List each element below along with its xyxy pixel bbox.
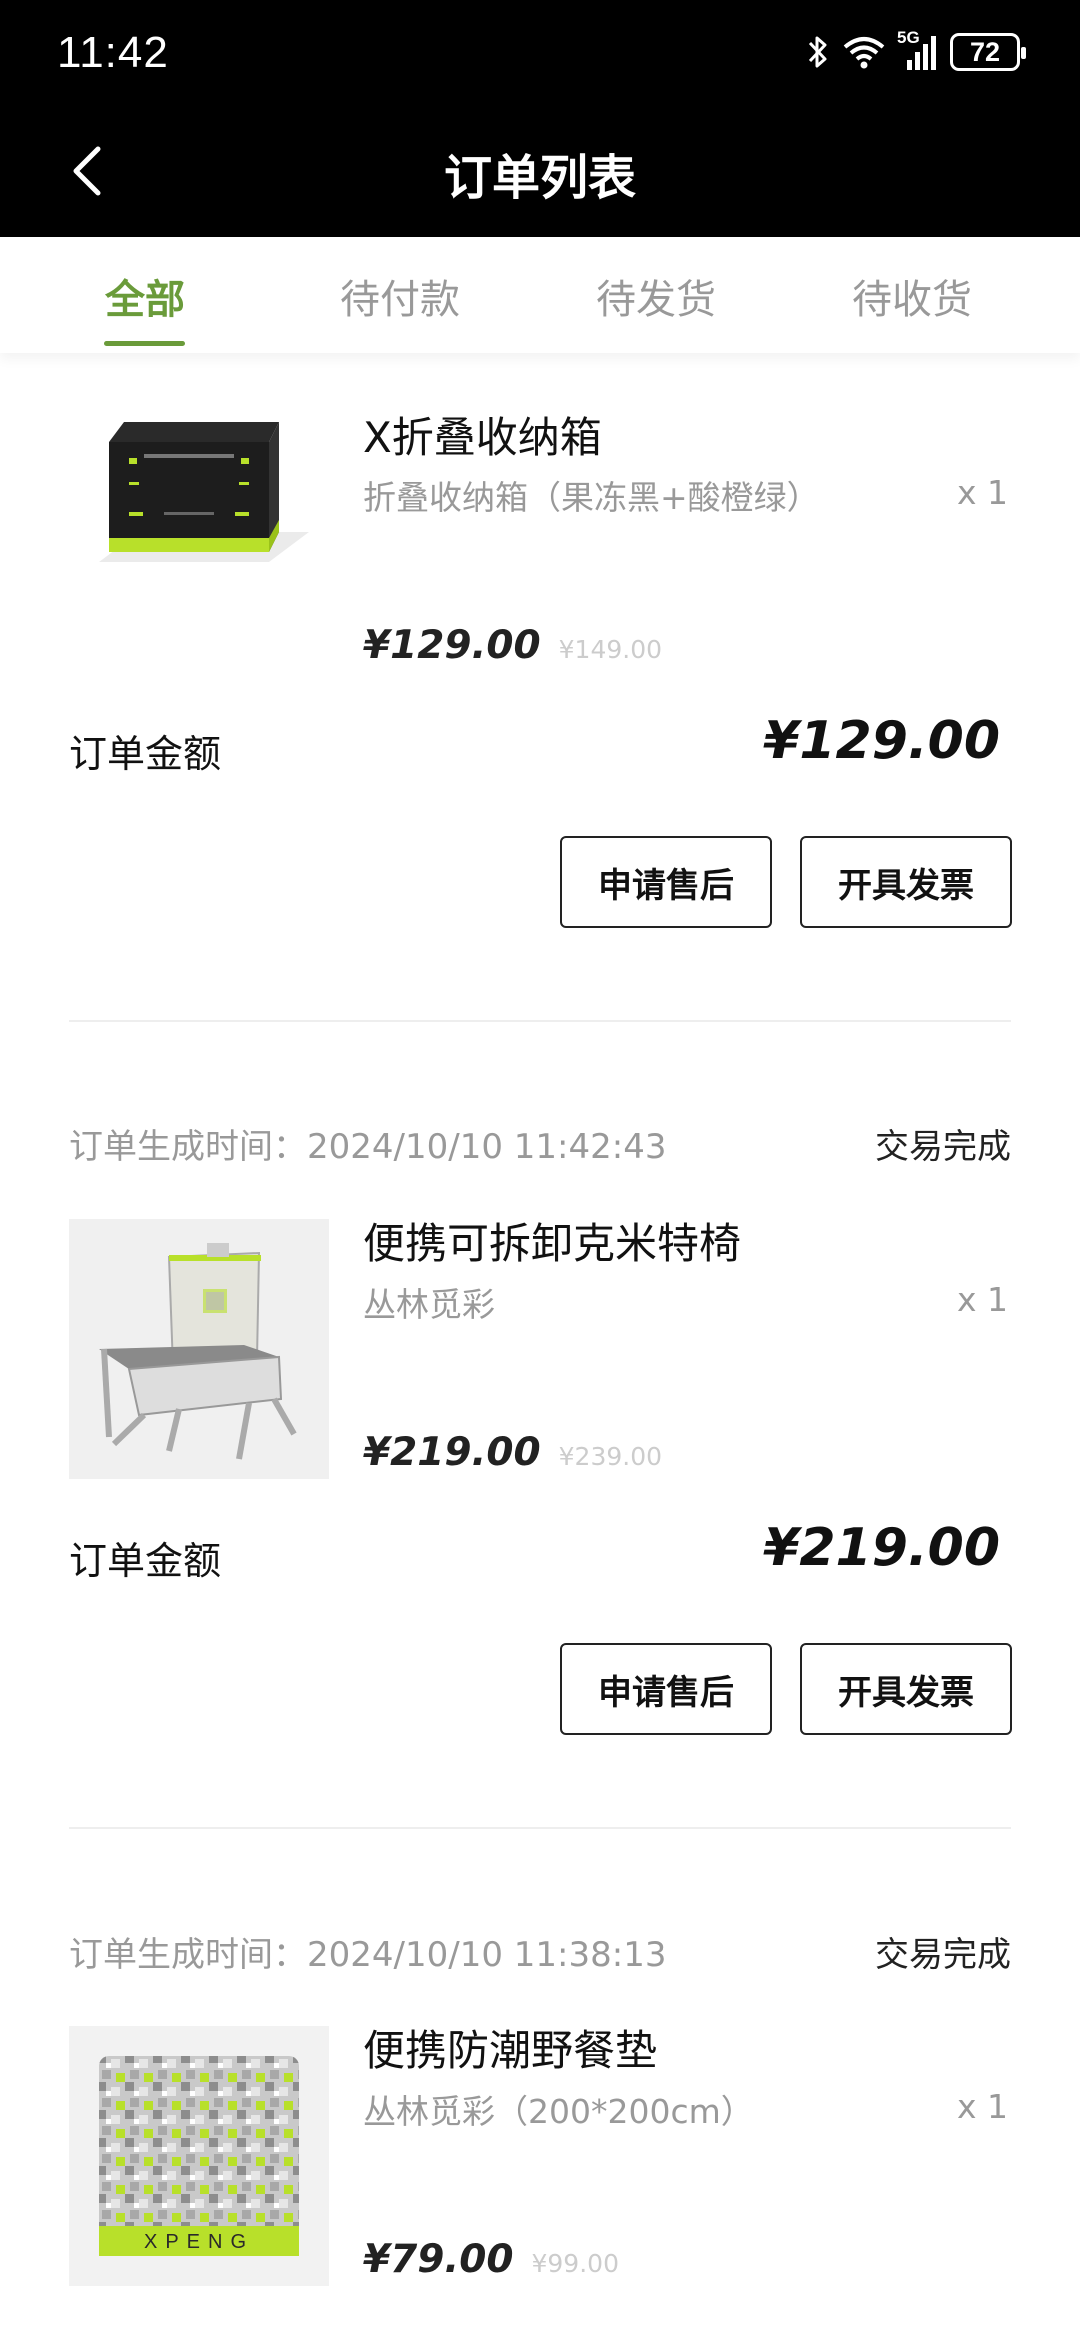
order-time-label: 订单生成时间： xyxy=(69,1935,307,1975)
product-spec: 丛林觅彩（200*200cm） xyxy=(363,2092,754,2131)
network-type: 5G xyxy=(897,28,920,47)
active-tab-indicator xyxy=(104,341,185,346)
order-header: 订单生成时间：2024/10/10 11:42:43 交易完成 xyxy=(69,1119,1011,1169)
bluetooth-icon xyxy=(808,36,827,68)
order-list[interactable]: X折叠收纳箱 折叠收纳箱（果冻黑+酸橙绿） x 1 ¥129.00 ¥149.0… xyxy=(0,353,1080,2340)
tab-all[interactable]: 全部 xyxy=(65,267,225,325)
product-qty: x 1 xyxy=(956,2087,1008,2126)
original-price: ¥239.00 xyxy=(558,1442,663,1471)
order-header: 订单生成时间：2024/10/10 11:38:13 交易完成 xyxy=(69,1927,1011,1977)
order-time-label: 订单生成时间： xyxy=(69,1127,307,1167)
order-status: 交易完成 xyxy=(875,1127,1011,1167)
status-time: 11:42 xyxy=(57,28,169,77)
original-price: ¥149.00 xyxy=(558,635,663,664)
mat-brand-text: XPENG xyxy=(144,2231,254,2253)
signal-icon: 5G xyxy=(897,28,936,70)
order-total-label: 订单金额 xyxy=(69,1539,222,1583)
product-image-picnic-mat[interactable]: XPENG xyxy=(69,2026,329,2286)
order-status: 交易完成 xyxy=(875,1935,1011,1975)
after-sale-button[interactable]: 申请售后 xyxy=(560,1643,772,1735)
product-image-chair[interactable] xyxy=(69,1219,329,1479)
status-bar: 11:42 5G 72 xyxy=(0,0,1080,108)
invoice-button[interactable]: 开具发票 xyxy=(800,1643,1012,1735)
order-total: ¥219.00 xyxy=(763,1518,1000,1578)
original-price: ¥99.00 xyxy=(531,2249,619,2278)
status-icons: 5G 72 xyxy=(807,28,1026,74)
nav-bar: 订单列表 xyxy=(0,108,1080,237)
order-time-value: 2024/10/10 11:42:43 xyxy=(307,1127,667,1167)
price-row: ¥219.00 ¥239.00 xyxy=(363,1430,662,1475)
product-price: ¥79.00 xyxy=(363,2237,514,2282)
product-name[interactable]: 便携可拆卸克米特椅 xyxy=(363,1210,741,1271)
order-time: 订单生成时间：2024/10/10 11:42:43 xyxy=(69,1119,666,1168)
order-total-label: 订单金额 xyxy=(69,732,222,776)
battery-level: 72 xyxy=(969,36,1001,67)
product-name[interactable]: X折叠收纳箱 xyxy=(363,404,602,465)
page-title: 订单列表 xyxy=(443,150,636,206)
divider xyxy=(69,1827,1011,1829)
product-qty: x 1 xyxy=(956,473,1008,512)
product-price: ¥219.00 xyxy=(363,1430,541,1475)
order-time: 订单生成时间：2024/10/10 11:38:13 xyxy=(69,1927,666,1976)
tab-pending-payment[interactable]: 待付款 xyxy=(320,267,480,325)
product-image-storage-box[interactable] xyxy=(69,362,329,622)
price-row: ¥129.00 ¥149.00 xyxy=(363,623,662,668)
product-spec: 折叠收纳箱（果冻黑+酸橙绿） xyxy=(363,478,820,517)
product-spec: 丛林觅彩 xyxy=(363,1285,495,1324)
product-qty: x 1 xyxy=(956,1280,1008,1319)
battery-icon: 72 xyxy=(950,33,1026,71)
wifi-icon xyxy=(843,37,885,69)
order-time-value: 2024/10/10 11:38:13 xyxy=(307,1935,667,1975)
order-tabs: 全部 待付款 待发货 待收货 xyxy=(0,237,1080,353)
price-row: ¥79.00 ¥99.00 xyxy=(363,2237,619,2282)
divider xyxy=(69,1020,1011,1022)
product-price: ¥129.00 xyxy=(363,623,541,668)
after-sale-button[interactable]: 申请售后 xyxy=(560,836,772,928)
invoice-button[interactable]: 开具发票 xyxy=(800,836,1012,928)
tab-pending-receipt[interactable]: 待收货 xyxy=(832,267,992,325)
tab-pending-shipment[interactable]: 待发货 xyxy=(576,267,736,325)
product-name[interactable]: 便携防潮野餐垫 xyxy=(363,2017,657,2078)
order-total: ¥129.00 xyxy=(763,711,1000,771)
